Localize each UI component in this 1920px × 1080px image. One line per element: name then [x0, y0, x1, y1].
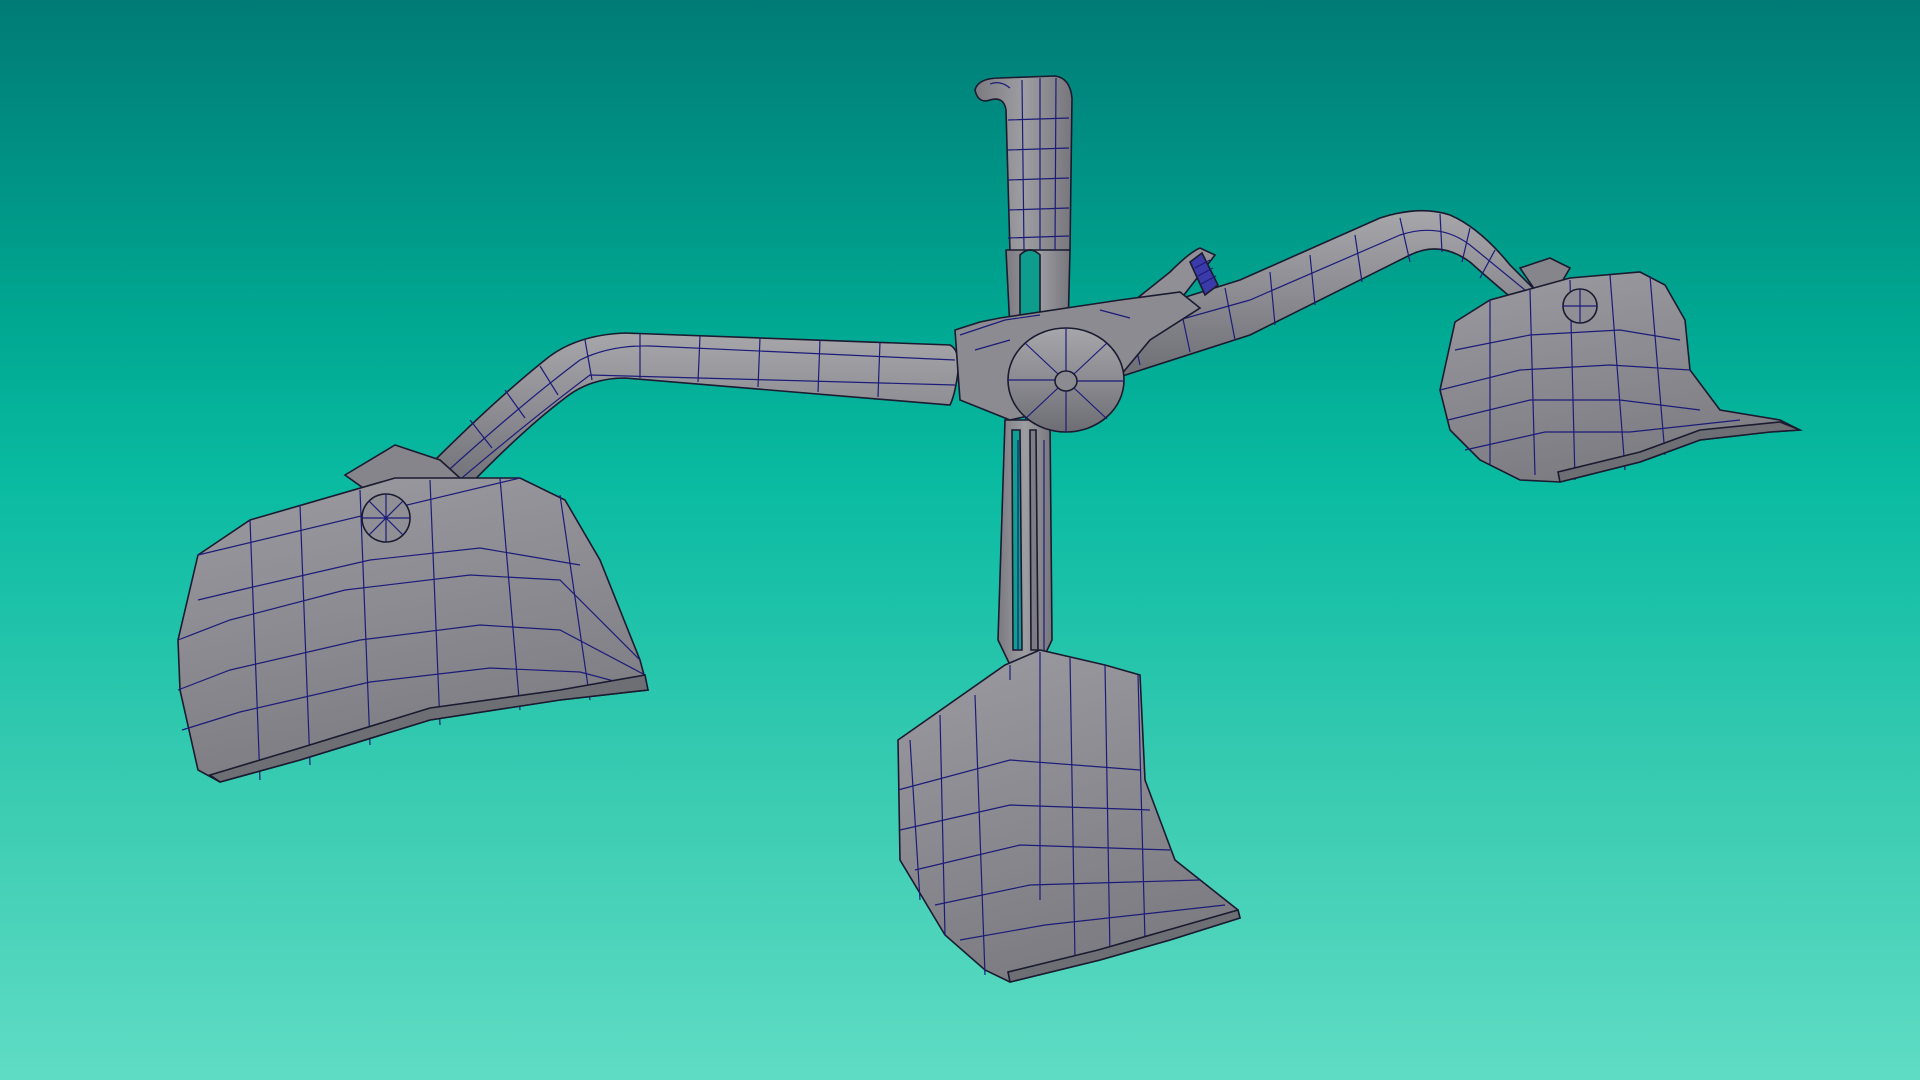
model-render[interactable] [0, 0, 1920, 1080]
top-hook [974, 75, 1073, 331]
vertical-shank [997, 419, 1053, 666]
left-blade [177, 477, 650, 783]
center-blade [897, 649, 1241, 983]
right-blade [1439, 271, 1803, 483]
3d-viewport[interactable] [0, 0, 1920, 1080]
left-arm [343, 332, 960, 501]
